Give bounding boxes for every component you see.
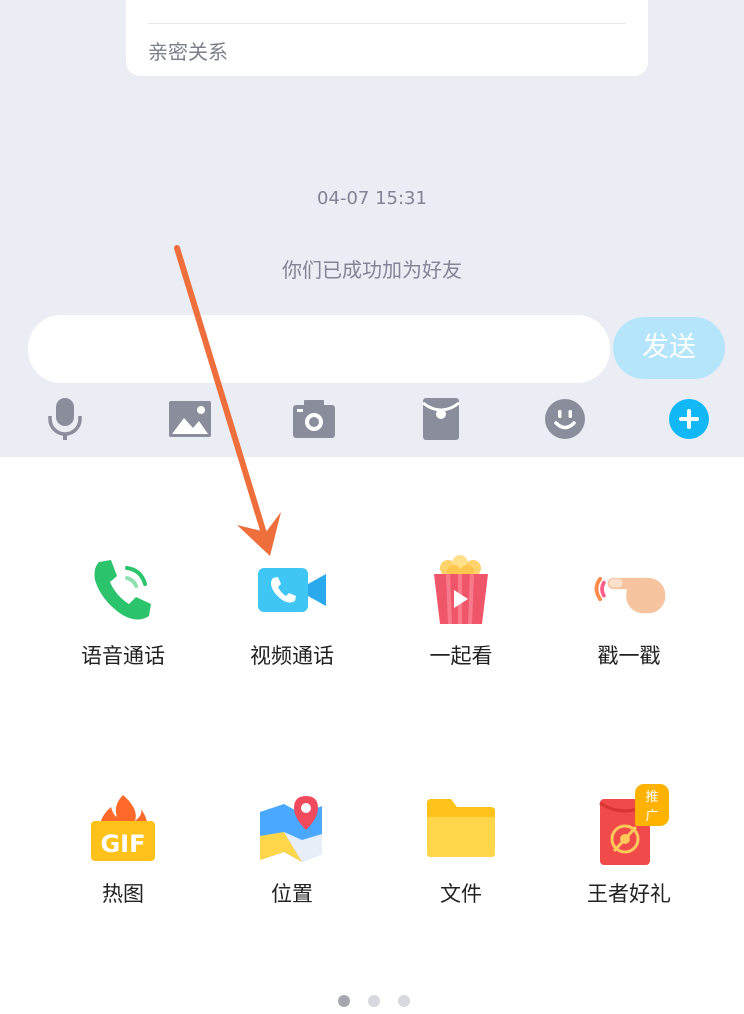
video-call-icon — [252, 550, 332, 630]
emoji-icon[interactable] — [542, 396, 588, 442]
pager-dot[interactable] — [368, 995, 380, 1007]
svg-text:GIF: GIF — [100, 830, 145, 858]
video-call-item[interactable]: 视频通话 — [207, 550, 377, 670]
popcorn-icon — [421, 550, 501, 630]
king-gift-item[interactable]: 推广 王者好礼 — [544, 784, 714, 908]
feature-label: 热图 — [102, 882, 144, 906]
feature-label: 位置 — [271, 882, 313, 906]
image-icon[interactable] — [167, 396, 213, 442]
watch-together-item[interactable]: 一起看 — [376, 550, 546, 670]
red-packet-icon[interactable] — [418, 396, 464, 442]
phone-icon — [83, 550, 163, 630]
pager-dot[interactable] — [398, 995, 410, 1007]
voice-call-item[interactable]: 语音通话 — [38, 550, 208, 670]
relation-card[interactable]: 亲密关系 — [126, 0, 648, 76]
feature-label: 视频通话 — [250, 644, 334, 668]
feature-label: 文件 — [440, 882, 482, 906]
location-item[interactable]: 位置 — [207, 788, 377, 908]
microphone-icon[interactable] — [42, 396, 88, 442]
message-timestamp: 04-07 15:31 — [317, 188, 427, 209]
hot-gif-item[interactable]: GIF 热图 — [38, 788, 208, 908]
feature-label: 语音通话 — [81, 644, 165, 668]
feature-panel — [0, 457, 744, 1014]
camera-icon[interactable] — [291, 396, 337, 442]
gift-packet-icon: 推广 — [589, 784, 669, 868]
promo-badge: 推广 — [635, 784, 669, 826]
plus-icon[interactable] — [666, 396, 712, 442]
feature-label: 一起看 — [429, 644, 493, 668]
feature-label: 王者好礼 — [587, 882, 671, 906]
poke-hand-icon — [589, 550, 669, 630]
feature-label: 戳一戳 — [597, 644, 661, 668]
folder-icon — [421, 788, 501, 868]
poke-item[interactable]: 戳一戳 — [544, 550, 714, 670]
divider — [148, 23, 626, 24]
system-message: 你们已成功加为好友 — [282, 258, 462, 282]
pager-dot-active[interactable] — [338, 995, 350, 1007]
message-input[interactable] — [28, 315, 610, 383]
chat-area: 亲密关系 04-07 15:31 你们已成功加为好友 发送 — [0, 0, 744, 457]
gif-icon: GIF — [83, 788, 163, 868]
file-item[interactable]: 文件 — [376, 788, 546, 908]
map-pin-icon — [252, 788, 332, 868]
relation-label: 亲密关系 — [148, 40, 228, 64]
send-button[interactable]: 发送 — [613, 317, 725, 379]
